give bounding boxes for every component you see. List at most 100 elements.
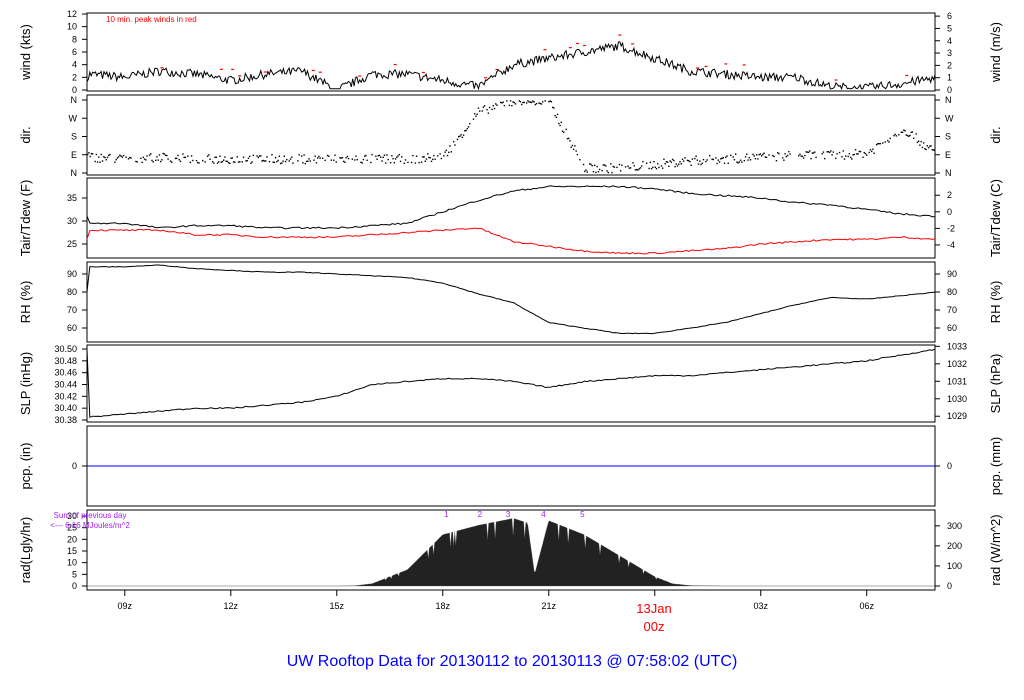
dir-point bbox=[389, 161, 392, 164]
dir-point bbox=[783, 159, 785, 161]
dir-point bbox=[89, 155, 91, 158]
dir-point bbox=[187, 155, 189, 157]
dir-point bbox=[534, 103, 537, 106]
temp-panel-frame bbox=[86, 177, 936, 259]
dir-point bbox=[842, 150, 844, 152]
dir-point bbox=[872, 148, 874, 150]
dir-point bbox=[559, 124, 561, 127]
rad-hour-marker: 1 bbox=[444, 510, 449, 519]
dir-point bbox=[514, 103, 517, 105]
dir-point bbox=[882, 142, 884, 144]
dir-point bbox=[674, 165, 676, 168]
dir-point bbox=[342, 160, 345, 163]
slp-right-axis-label: SLP (hPa) bbox=[988, 354, 1003, 414]
date-tick-label: 00z bbox=[644, 619, 665, 634]
dir-point bbox=[206, 155, 209, 157]
temp-right-tick-label: 2 bbox=[947, 190, 952, 200]
dir-point bbox=[237, 161, 240, 163]
dir-point bbox=[642, 160, 644, 163]
dir-point bbox=[734, 153, 737, 155]
dir-point bbox=[396, 156, 398, 159]
dir-point bbox=[414, 162, 417, 164]
wind-annotation: 10 min. peak winds in red bbox=[106, 15, 197, 24]
dir-point bbox=[333, 159, 335, 161]
dir-point bbox=[121, 156, 124, 158]
dir-point bbox=[812, 152, 815, 154]
dir-point bbox=[589, 163, 591, 165]
dir-point bbox=[920, 140, 922, 143]
wind-peak-mark bbox=[231, 68, 235, 70]
wind-right-tick-label: 6 bbox=[947, 11, 952, 21]
dir-point bbox=[428, 156, 430, 159]
dir-point bbox=[895, 135, 898, 137]
dir-point bbox=[776, 152, 779, 154]
dir-point bbox=[927, 147, 930, 149]
dir-point bbox=[560, 121, 562, 124]
dir-point bbox=[568, 137, 570, 140]
dir-point bbox=[95, 153, 98, 156]
rh-left-tick-label: 60 bbox=[67, 323, 77, 333]
rad-sum-label: Sum of previous day bbox=[54, 511, 127, 520]
dir-point bbox=[464, 130, 466, 132]
dir-right-tick-label: N bbox=[945, 95, 952, 105]
dir-point bbox=[798, 155, 800, 157]
dir-point bbox=[550, 101, 553, 103]
dir-point bbox=[743, 159, 746, 162]
temp-right-tick-label: -2 bbox=[947, 223, 955, 233]
dir-point bbox=[500, 101, 502, 104]
dir-point bbox=[689, 160, 691, 163]
dir-point bbox=[669, 160, 671, 162]
dir-point bbox=[629, 167, 632, 169]
dir-point bbox=[140, 157, 142, 160]
dir-point bbox=[572, 148, 575, 151]
dir-point bbox=[691, 158, 694, 160]
slp-left-tick-label: 30.38 bbox=[54, 415, 77, 425]
dir-point bbox=[169, 160, 172, 162]
dir-point bbox=[469, 122, 471, 125]
dir-point bbox=[474, 113, 476, 115]
dir-point bbox=[371, 154, 373, 156]
dir-point bbox=[863, 151, 865, 154]
dir-point bbox=[582, 163, 585, 166]
dir-point bbox=[286, 158, 288, 161]
dir-point bbox=[597, 171, 600, 173]
dir-point bbox=[278, 155, 281, 157]
dir-point bbox=[862, 156, 864, 158]
dir-point bbox=[300, 155, 303, 157]
dir-point bbox=[764, 156, 767, 158]
temp-left-tick-label: 30 bbox=[67, 216, 77, 226]
dir-point bbox=[637, 169, 639, 171]
dir-point bbox=[571, 144, 574, 147]
dir-point bbox=[403, 162, 405, 165]
dir-point bbox=[683, 160, 685, 162]
dir-point bbox=[527, 100, 529, 102]
dir-point bbox=[450, 151, 452, 153]
slp-right-tick-label: 1031 bbox=[947, 376, 967, 386]
dir-point bbox=[590, 163, 592, 166]
dir-point bbox=[697, 163, 700, 165]
dir-point bbox=[593, 164, 596, 167]
dir-point bbox=[453, 141, 455, 143]
dir-point bbox=[335, 161, 337, 163]
dir-point bbox=[864, 152, 867, 155]
dir-point bbox=[167, 158, 169, 160]
dir-point bbox=[174, 157, 177, 160]
dir-point bbox=[548, 100, 550, 103]
dir-point bbox=[370, 161, 372, 164]
dir-point bbox=[143, 158, 146, 160]
dir-point bbox=[145, 159, 147, 161]
x-axis-tick-label: 09z bbox=[118, 601, 133, 611]
dir-point bbox=[602, 164, 605, 166]
dir-point bbox=[308, 158, 310, 160]
dir-point bbox=[854, 149, 857, 151]
dir-point bbox=[98, 156, 100, 158]
dir-point bbox=[366, 159, 368, 161]
dir-point bbox=[251, 161, 253, 163]
dir-point bbox=[265, 160, 267, 162]
dir-point bbox=[361, 162, 363, 164]
dir-point bbox=[722, 157, 724, 159]
dir-point bbox=[399, 160, 402, 163]
dir-point bbox=[610, 163, 612, 165]
rad-hour-marker: 2 bbox=[478, 510, 483, 519]
dir-point bbox=[639, 167, 642, 169]
